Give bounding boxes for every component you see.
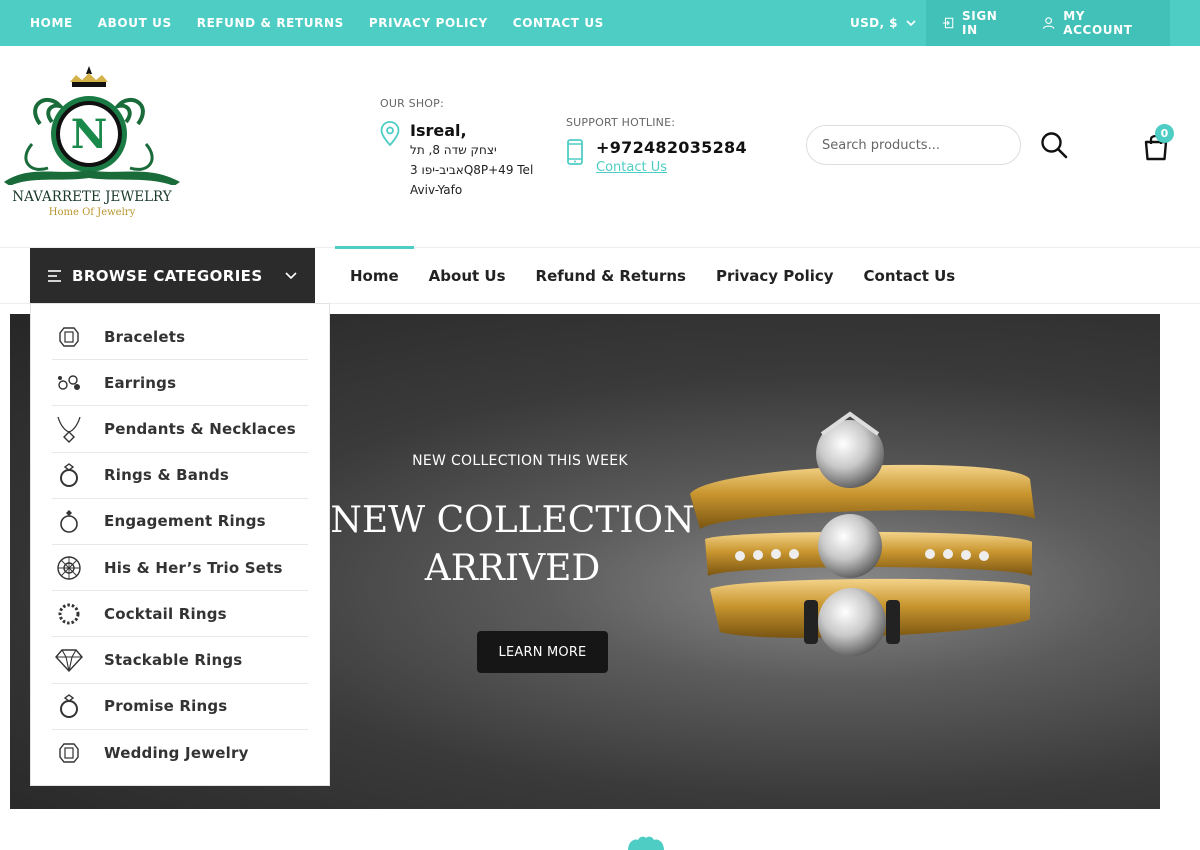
category-label: Cocktail Rings (104, 604, 227, 623)
top-nav-contact[interactable]: CONTACT US (513, 16, 604, 30)
diamond-icon (52, 645, 86, 675)
hero-title-line-1: NEW COLLECTION (330, 500, 695, 541)
category-label: Wedding Jewelry (104, 743, 249, 762)
currency-label: USD, $ (850, 16, 898, 30)
currency-selector[interactable]: USD, $ (850, 0, 916, 46)
category-item-engagement[interactable]: Engagement Rings (52, 499, 308, 545)
logo-tagline: Home Of Jewelry (49, 207, 136, 218)
cocktail-ring-icon (52, 599, 86, 629)
main-nav-privacy[interactable]: Privacy Policy (701, 248, 849, 303)
category-label: His & Her’s Trio Sets (104, 558, 283, 577)
shop-label: OUR SHOP: (380, 97, 444, 110)
section-divider-ornament (628, 836, 664, 850)
category-label: Pendants & Necklaces (104, 419, 296, 438)
learn-more-button[interactable]: LEARN MORE (477, 631, 608, 673)
category-item-trio-sets[interactable]: His & Her’s Trio Sets (52, 545, 308, 592)
logo-letter: N (71, 111, 108, 158)
logo-emblem: N NAVARRETE JEWELRY Home Of Jewelry (4, 66, 180, 218)
top-nav-home[interactable]: HOME (30, 16, 73, 30)
bracelet-icon (52, 322, 86, 352)
sign-in-icon (942, 17, 954, 29)
earrings-icon (52, 368, 86, 398)
top-nav-about[interactable]: ABOUT US (98, 16, 172, 30)
main-nav-about[interactable]: About Us (414, 248, 521, 303)
category-item-promise[interactable]: Promise Rings (52, 684, 308, 730)
site-logo[interactable]: N NAVARRETE JEWELRY Home Of Jewelry (0, 64, 184, 222)
category-label: Stackable Rings (104, 650, 243, 669)
category-item-rings-bands[interactable]: Rings & Bands (52, 453, 308, 499)
category-item-cocktail[interactable]: Cocktail Rings (52, 591, 308, 638)
mobile-phone-icon (567, 139, 583, 165)
logo-name: NAVARRETE JEWELRY (12, 189, 173, 205)
top-bar: HOME ABOUT US REFUND & RETURNS PRIVACY P… (0, 0, 1200, 46)
categories-menu: Bracelets Earrings Pendants & Necklaces … (30, 303, 330, 786)
support-label: SUPPORT HOTLINE: (566, 116, 676, 129)
engagement-ring-icon (52, 506, 86, 536)
support-phone: +972482035284 (596, 138, 747, 157)
user-icon (1042, 17, 1055, 29)
chevron-down-icon (906, 19, 916, 26)
sign-in-button[interactable]: SIGN IN (926, 0, 1026, 46)
menu-icon (48, 269, 61, 282)
chevron-down-icon (285, 271, 297, 279)
cart-count-badge: 0 (1155, 124, 1174, 143)
hero-title: NEW COLLECTION ARRIVED (310, 497, 715, 593)
ring-icon (52, 460, 86, 490)
category-item-wedding[interactable]: Wedding Jewelry (52, 730, 308, 776)
my-account-label: MY ACCOUNT (1063, 9, 1133, 37)
main-nav-refund[interactable]: Refund & Returns (521, 248, 701, 303)
category-label: Bracelets (104, 327, 186, 346)
bracelet-icon (52, 738, 86, 768)
map-pin-icon (380, 121, 400, 147)
shop-address: יצחק שדה 8, תל אביב-יפו 3Q8P+49 Tel Aviv… (410, 143, 534, 197)
main-nav-home[interactable]: Home (335, 246, 414, 303)
top-nav: HOME ABOUT US REFUND & RETURNS PRIVACY P… (30, 0, 604, 46)
ring-icon (52, 691, 86, 721)
main-nav-contact[interactable]: Contact Us (849, 248, 971, 303)
my-account-button[interactable]: MY ACCOUNT (1026, 0, 1170, 46)
category-item-bracelets[interactable]: Bracelets (52, 314, 308, 361)
top-nav-refund[interactable]: REFUND & RETURNS (197, 16, 344, 30)
top-nav-privacy[interactable]: PRIVACY POLICY (369, 16, 488, 30)
category-label: Earrings (104, 373, 177, 392)
sign-in-label: SIGN IN (962, 9, 998, 37)
hero-subtitle: NEW COLLECTION THIS WEEK (412, 453, 628, 469)
category-item-earrings[interactable]: Earrings (52, 360, 308, 407)
trio-set-icon (52, 553, 86, 583)
category-label: Engagement Rings (104, 512, 266, 531)
search-input[interactable] (806, 125, 1021, 165)
hero-title-line-2: ARRIVED (424, 548, 601, 589)
contact-us-link[interactable]: Contact Us (596, 160, 667, 175)
category-label: Promise Rings (104, 697, 228, 716)
category-label: Rings & Bands (104, 466, 230, 485)
necklace-icon (52, 414, 86, 444)
browse-categories-button[interactable]: BROWSE CATEGORIES (30, 248, 315, 303)
search-icon[interactable] (1039, 130, 1069, 160)
browse-categories-label: BROWSE CATEGORIES (72, 266, 263, 285)
main-nav: Home About Us Refund & Returns Privacy P… (335, 246, 971, 303)
category-item-stackable[interactable]: Stackable Rings (52, 637, 308, 684)
category-item-pendants[interactable]: Pendants & Necklaces (52, 406, 308, 453)
shop-city: Isreal, (410, 121, 467, 140)
